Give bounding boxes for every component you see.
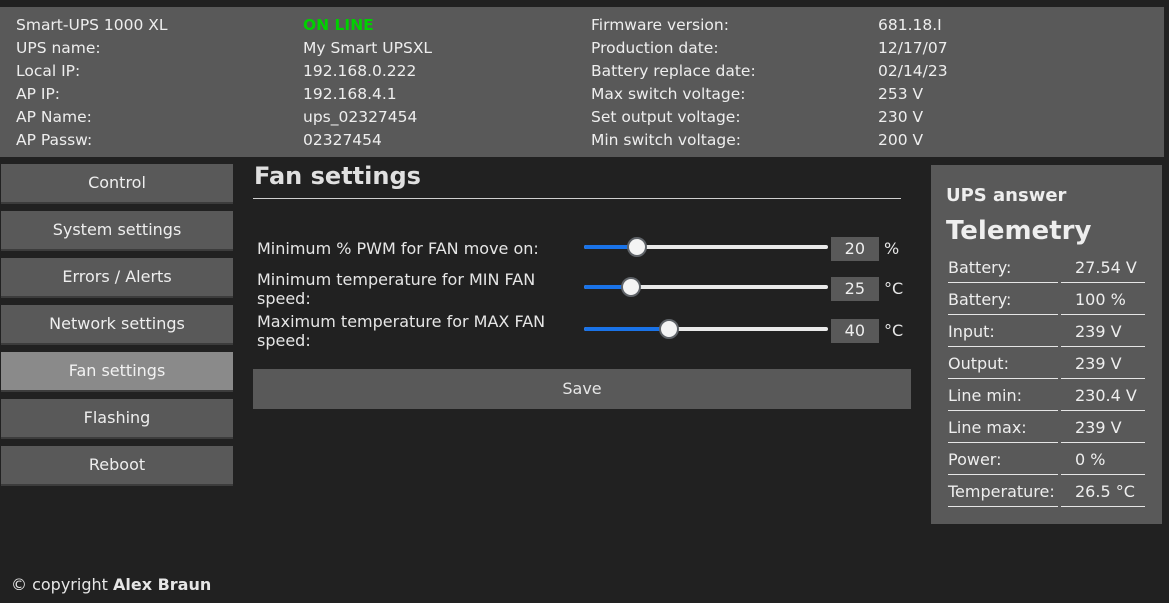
ups-answer-heading: UPS answer [946, 185, 1067, 206]
telemetry-key: Input: [948, 317, 1058, 347]
info-label: AP Passw: [16, 131, 93, 149]
info-label: Max switch voltage: [591, 85, 746, 103]
telemetry-row: Input: 239 V [931, 317, 1162, 349]
info-label: AP IP: [16, 85, 61, 103]
min-temp-slider[interactable] [584, 277, 828, 297]
firmware-value: 681.18.I [878, 16, 942, 34]
info-row: AP Passw: 02327454 Min switch voltage: 2… [0, 131, 1164, 154]
telemetry-key: Battery: [948, 253, 1058, 283]
telemetry-row: Power: 0 % [931, 445, 1162, 477]
telemetry-row: Battery: 27.54 V [931, 253, 1162, 285]
menu-control-button[interactable]: Control [1, 164, 233, 204]
slider-fill [584, 327, 669, 331]
telemetry-key: Temperature: [948, 477, 1058, 507]
telemetry-row: Line min: 230.4 V [931, 381, 1162, 413]
slider-thumb[interactable] [626, 237, 647, 257]
info-value: My Smart UPSXL [303, 39, 433, 57]
info-row: Local IP: 192.168.0.222 Battery replace … [0, 62, 1164, 85]
telemetry-row: Temperature: 26.5 °C [931, 477, 1162, 509]
info-value: 200 V [878, 131, 924, 149]
info-value: 192.168.4.1 [303, 85, 397, 103]
menu-errors-alerts-button[interactable]: Errors / Alerts [1, 258, 233, 298]
info-row: UPS name: My Smart UPSXL Production date… [0, 39, 1164, 62]
info-value: 02327454 [303, 131, 382, 149]
copyright-prefix: © copyright [11, 575, 108, 594]
telemetry-value: 230.4 V [1061, 381, 1145, 411]
telemetry-value: 239 V [1061, 349, 1145, 379]
pwm-setting-label: Minimum % PWM for FAN move on: [257, 239, 539, 258]
info-label: Set output voltage: [591, 108, 741, 126]
telemetry-value: 26.5 °C [1061, 477, 1145, 507]
pwm-value-input[interactable]: 20 [831, 237, 879, 261]
info-label: Battery replace date: [591, 62, 756, 80]
telemetry-key: Battery: [948, 285, 1058, 315]
min-temp-unit: °C [884, 279, 904, 298]
info-label: AP Name: [16, 108, 92, 126]
max-temp-value-input[interactable]: 40 [831, 319, 879, 343]
info-value: 02/14/23 [878, 62, 948, 80]
title-divider [253, 198, 901, 199]
info-value: 230 V [878, 108, 924, 126]
menu-network-settings-button[interactable]: Network settings [1, 305, 233, 345]
info-value: ups_02327454 [303, 108, 418, 126]
telemetry-value: 239 V [1061, 317, 1145, 347]
min-temp-value-input[interactable]: 25 [831, 277, 879, 301]
firmware-label: Firmware version: [591, 16, 729, 34]
info-label: UPS name: [16, 39, 101, 57]
telemetry-title: Telemetry [946, 216, 1092, 246]
copyright-author: Alex Braun [112, 575, 212, 594]
info-value: 253 V [878, 85, 924, 103]
telemetry-key: Power: [948, 445, 1058, 475]
telemetry-key: Line min: [948, 381, 1058, 411]
telemetry-value: 239 V [1061, 413, 1145, 443]
telemetry-row: Line max: 239 V [931, 413, 1162, 445]
info-label: Production date: [591, 39, 719, 57]
max-temp-setting-label: Maximum temperature for MAX FAN speed: [257, 312, 546, 350]
pwm-slider[interactable] [584, 237, 828, 257]
telemetry-panel: UPS answer Telemetry Battery: 27.54 V Ba… [931, 165, 1162, 524]
telemetry-row: Battery: 100 % [931, 285, 1162, 317]
slider-thumb[interactable] [621, 277, 642, 297]
info-row: AP IP: 192.168.4.1 Max switch voltage: 2… [0, 85, 1164, 108]
info-value: 192.168.0.222 [303, 62, 417, 80]
min-temp-setting-label: Minimum temperature for MIN FAN speed: [257, 270, 536, 308]
telemetry-key: Output: [948, 349, 1058, 379]
menu-reboot-button[interactable]: Reboot [1, 446, 233, 486]
info-label: Local IP: [16, 62, 81, 80]
pwm-unit: % [884, 239, 900, 258]
telemetry-value: 27.54 V [1061, 253, 1145, 283]
ups-status: ON LINE [303, 16, 374, 34]
max-temp-unit: °C [884, 321, 904, 340]
slider-thumb[interactable] [658, 319, 679, 339]
telemetry-value: 0 % [1061, 445, 1145, 475]
info-row: Smart-UPS 1000 XL ON LINE Firmware versi… [0, 16, 1164, 39]
max-temp-slider[interactable] [584, 319, 828, 339]
telemetry-key: Line max: [948, 413, 1058, 443]
save-button[interactable]: Save [253, 369, 911, 409]
menu-system-settings-button[interactable]: System settings [1, 211, 233, 251]
menu-flashing-button[interactable]: Flashing [1, 399, 233, 439]
page-title: Fan settings [254, 162, 421, 190]
info-label: Min switch voltage: [591, 131, 741, 149]
info-value: 12/17/07 [878, 39, 948, 57]
ups-model: Smart-UPS 1000 XL [16, 16, 168, 34]
ups-info-panel: Smart-UPS 1000 XL ON LINE Firmware versi… [0, 7, 1164, 157]
menu-fan-settings-button[interactable]: Fan settings [1, 352, 233, 392]
copyright-footer: © copyright Alex Braun [11, 575, 211, 594]
info-row: AP Name: ups_02327454 Set output voltage… [0, 108, 1164, 131]
telemetry-row: Output: 239 V [931, 349, 1162, 381]
telemetry-value: 100 % [1061, 285, 1145, 315]
